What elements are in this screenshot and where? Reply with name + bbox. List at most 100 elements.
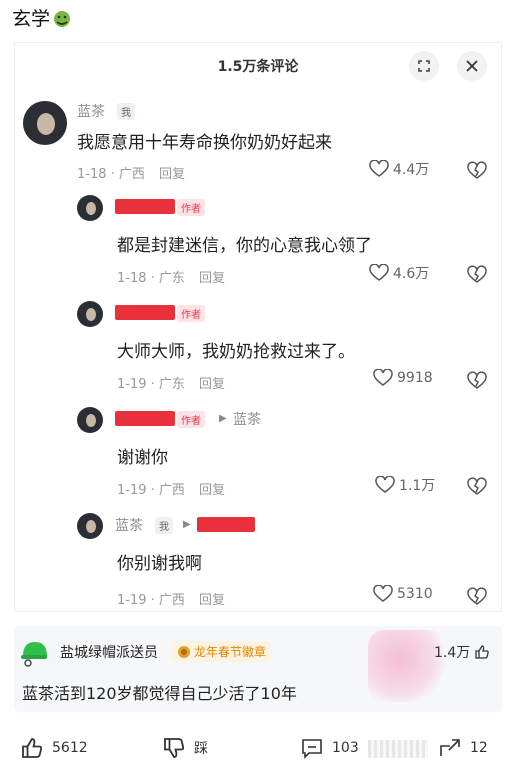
thumbs-up-icon	[475, 645, 490, 659]
dislike-post-button[interactable]: 踩	[162, 736, 208, 760]
comment-username[interactable]: 蓝茶	[77, 101, 105, 121]
top-reply-card: 盐城绿帽派送员 龙年春节徽章 1.4万 蓝茶活到120岁都觉得自己少活了10年	[14, 626, 502, 712]
heart-icon	[369, 160, 389, 177]
like-button[interactable]: 4.6万	[369, 263, 429, 283]
like-count: 4.4万	[393, 162, 430, 178]
post-comment-count: 103	[332, 740, 359, 756]
redacted-username	[197, 517, 255, 532]
reply-button[interactable]: 回复	[199, 271, 225, 286]
comment-location: 广东	[158, 377, 185, 392]
comment-meta: 1-19 · 广西 回复	[117, 593, 225, 608]
heart-icon	[373, 585, 393, 602]
author-tag: 作者	[177, 305, 205, 322]
reply-arrow-icon: ▶	[219, 413, 227, 424]
comment-text: 都是封建迷信，你的心意我心领了	[117, 236, 372, 256]
reply-button[interactable]: 回复	[199, 377, 225, 392]
avatar[interactable]	[77, 407, 103, 433]
comment-text: 你别谢我啊	[117, 554, 202, 574]
comment-item: 作者 大师大师，我奶奶抢救过来了。 1-19 · 广东 回复 9918	[15, 297, 501, 397]
sick-face-emoji-icon	[52, 10, 72, 28]
comment-meta: 1-18 · 广东 回复	[117, 271, 225, 286]
comment-text: 我愿意用十年寿命换你奶奶好起来	[77, 133, 332, 153]
avatar[interactable]	[23, 101, 67, 145]
redacted-username	[115, 411, 175, 426]
comment-location: 广西	[118, 167, 145, 182]
comment-date: 1-18	[77, 167, 107, 182]
comment-item: 蓝茶 我 ▶ 你别谢我啊 1-19 · 广西 回复 5310	[15, 509, 501, 609]
comment-date: 1-18	[117, 271, 147, 286]
reply-text: 蓝茶活到120岁都觉得自己少活了10年	[22, 684, 297, 703]
redacted-username	[115, 305, 175, 320]
blurred-watermark	[368, 740, 428, 758]
comment-post-button[interactable]: 103	[300, 736, 359, 760]
comment-location: 广东	[158, 271, 185, 286]
spring-festival-badge: 龙年春节徽章	[172, 641, 272, 662]
like-button[interactable]: 9918	[373, 369, 433, 387]
like-post-button[interactable]: 5612	[20, 736, 88, 760]
comment-date: 1-19	[117, 593, 147, 608]
share-icon	[440, 739, 460, 756]
comment-meta: 1-19 · 广西 回复	[117, 483, 225, 498]
post-like-count: 5612	[52, 740, 88, 756]
thumbs-up-icon	[22, 738, 43, 758]
comment-bubble-icon	[302, 739, 322, 759]
like-count: 4.6万	[393, 266, 430, 282]
redacted-username	[115, 199, 175, 214]
heart-icon	[373, 369, 393, 386]
broken-heart-icon[interactable]	[467, 477, 487, 497]
comment-item: 蓝茶 我 我愿意用十年寿命换你奶奶好起来 1-18 · 广西 回复 4.4万	[15, 95, 501, 185]
comment-text: 大师大师，我奶奶抢救过来了。	[117, 342, 355, 362]
reply-to-username[interactable]: 蓝茶	[233, 409, 261, 429]
comment-date: 1-19	[117, 483, 147, 498]
avatar[interactable]	[77, 301, 103, 327]
like-button[interactable]: 1.1万	[375, 475, 435, 495]
broken-heart-icon[interactable]	[467, 371, 487, 391]
avatar[interactable]	[77, 513, 103, 539]
like-count: 1.1万	[399, 478, 436, 494]
comment-screenshot: 1.5万条评论 蓝茶 我 我愿意用十年寿命换你奶奶好起来 1-18 · 广西 回复…	[14, 42, 502, 612]
self-tag: 我	[117, 103, 135, 120]
avatar[interactable]	[77, 195, 103, 221]
like-count: 5310	[397, 586, 433, 602]
broken-heart-icon[interactable]	[467, 161, 487, 181]
reply-arrow-icon: ▶	[183, 519, 191, 530]
blurred-image	[368, 630, 446, 702]
share-post-button[interactable]: 12	[438, 736, 488, 760]
heart-icon	[375, 476, 395, 493]
comment-location: 广西	[158, 593, 185, 608]
post-action-bar: 5612 踩 103 12	[0, 728, 521, 768]
post-share-count: 12	[470, 740, 488, 756]
comment-item: 作者 都是封建迷信，你的心意我心领了 1-18 · 广东 回复 4.6万	[15, 191, 501, 291]
dragon-badge-icon	[178, 645, 190, 658]
expand-icon[interactable]	[409, 51, 439, 81]
broken-heart-icon[interactable]	[467, 265, 487, 285]
thumbs-down-icon	[164, 738, 185, 758]
author-tag: 作者	[177, 411, 205, 428]
post-title-text: 玄学	[12, 8, 51, 30]
close-icon[interactable]	[457, 51, 487, 81]
comment-date: 1-19	[117, 377, 147, 392]
author-tag: 作者	[177, 199, 205, 216]
reply-button[interactable]: 回复	[199, 593, 225, 608]
like-button[interactable]: 5310	[373, 585, 433, 603]
comment-meta: 1-18 · 广西 回复	[77, 167, 185, 182]
comment-username[interactable]: 蓝茶	[115, 515, 143, 535]
post-title: 玄学	[12, 4, 72, 31]
comment-text: 谢谢你	[117, 448, 168, 468]
reply-username[interactable]: 盐城绿帽派送员	[60, 642, 158, 662]
self-tag: 我	[155, 517, 173, 534]
comment-location: 广西	[158, 483, 185, 498]
reply-button[interactable]: 回复	[159, 167, 185, 182]
reply-like-count: 1.4万	[434, 645, 471, 661]
comment-item: 作者 ▶ 蓝茶 谢谢你 1-19 · 广西 回复 1.1万	[15, 403, 501, 503]
comments-header: 1.5万条评论	[15, 43, 501, 87]
broken-heart-icon[interactable]	[467, 587, 487, 607]
reply-like-button[interactable]: 1.4万	[434, 642, 490, 662]
like-count: 9918	[397, 370, 433, 386]
comment-meta: 1-19 · 广东 回复	[117, 377, 225, 392]
heart-icon	[369, 264, 389, 281]
badge-label: 龙年春节徽章	[194, 645, 267, 659]
like-button[interactable]: 4.4万	[369, 159, 429, 179]
green-hat-avatar-icon[interactable]	[20, 638, 50, 668]
reply-button[interactable]: 回复	[199, 483, 225, 498]
